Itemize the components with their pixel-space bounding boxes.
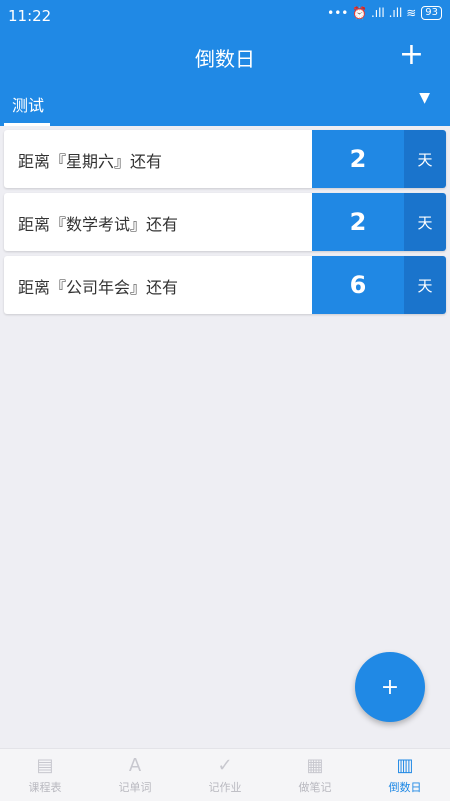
app-bar: 倒数日 + <box>0 32 450 80</box>
countdown-days: 2 <box>312 130 404 188</box>
nav-label: 做笔记 <box>298 780 332 794</box>
countdown-text: 距离『公司年会』还有 <box>18 278 179 297</box>
countdown-days: 2 <box>312 193 404 251</box>
countdown-unit: 天 <box>404 193 446 251</box>
nav-label: 倒数日 <box>388 780 422 794</box>
battery-icon: 93 <box>421 6 442 20</box>
nav-item-homework[interactable]: ✓ 记作业 <box>180 749 270 801</box>
check-circle-icon: ✓ <box>217 754 233 776</box>
nav-item-countdown[interactable]: ▥ 倒数日 <box>360 749 450 801</box>
nav-label: 记作业 <box>208 780 242 794</box>
countdown-text: 距离『数学考试』还有 <box>18 215 179 234</box>
status-signal-icons: ••• ⏰ .ıll .ıll ≋ <box>327 6 417 20</box>
tab-indicator <box>4 123 50 126</box>
tab-bar: 测试 ▼ <box>0 80 450 126</box>
nav-label: 课程表 <box>28 780 62 794</box>
nav-label: 记单词 <box>118 780 152 794</box>
countdown-unit: 天 <box>404 130 446 188</box>
clipboard-icon: ▤ <box>36 754 54 776</box>
countdown-unit: 天 <box>404 256 446 314</box>
countdown-list: 距离『星期六』还有 2 天 距离『数学考试』还有 2 天 距离『公司年会』还有 … <box>4 130 446 319</box>
status-bar: 11:22 ••• ⏰ .ıll .ıll ≋ 93 <box>0 0 450 32</box>
status-icons: ••• ⏰ .ıll .ıll ≋ 93 <box>327 6 442 20</box>
countdown-item[interactable]: 距离『星期六』还有 2 天 <box>4 130 446 188</box>
calendar-icon: ▥ <box>396 754 414 776</box>
nav-item-vocabulary[interactable]: A 记单词 <box>90 749 180 801</box>
countdown-item[interactable]: 距离『数学考试』还有 2 天 <box>4 193 446 251</box>
dropdown-icon[interactable]: ▼ <box>419 90 430 106</box>
notes-icon: ▦ <box>306 754 324 776</box>
tab-test[interactable]: 测试 <box>12 92 44 116</box>
add-fab-button[interactable]: + <box>355 652 425 722</box>
countdown-text: 距离『星期六』还有 <box>18 152 163 171</box>
nav-item-schedule[interactable]: ▤ 课程表 <box>0 749 90 801</box>
nav-item-notes[interactable]: ▦ 做笔记 <box>270 749 360 801</box>
page-title: 倒数日 <box>195 47 255 71</box>
countdown-days: 6 <box>312 256 404 314</box>
spellcheck-icon: A <box>128 754 142 776</box>
add-button[interactable]: + <box>399 38 424 72</box>
countdown-item[interactable]: 距离『公司年会』还有 6 天 <box>4 256 446 314</box>
status-time: 11:22 <box>8 7 52 25</box>
bottom-nav: ▤ 课程表 A 记单词 ✓ 记作业 ▦ 做笔记 ▥ 倒数日 <box>0 748 450 801</box>
